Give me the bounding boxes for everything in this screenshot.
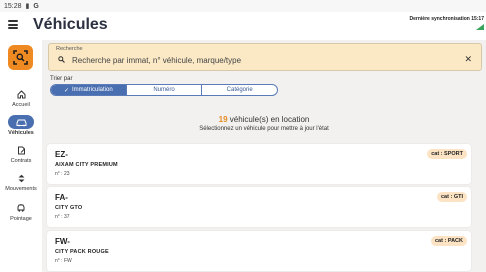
sidebar-item-contrats[interactable]: Contrats — [0, 143, 42, 164]
vehicle-model: AIXAM CITY PREMIUM — [55, 162, 118, 168]
sort-option-numero[interactable]: Numéro — [125, 85, 202, 95]
search-input[interactable] — [72, 54, 462, 66]
car-icon — [8, 115, 34, 129]
sidebar-item-accueil[interactable]: Accueil — [0, 87, 42, 108]
page-title: Véhicules — [33, 16, 108, 33]
sidebar-item-label: Mouvements — [5, 186, 37, 192]
search-label: Recherche — [56, 46, 83, 52]
selection-hint: Sélectionnez un véhicule pour mettre à j… — [199, 126, 329, 132]
sidebar-item-pointage[interactable]: Pointage — [0, 201, 42, 222]
vehicle-plate: EZ- — [55, 150, 68, 159]
sort-label: Trier par — [50, 76, 73, 82]
search-icon — [58, 56, 65, 63]
sort-option-immatriculation[interactable]: ✓ Immatriculation — [51, 85, 126, 95]
signal-icon — [476, 24, 484, 30]
close-icon[interactable]: ✕ — [464, 55, 472, 64]
vehicle-number: n° : 37 — [55, 214, 70, 220]
check-icon: ✓ — [63, 87, 69, 94]
sort-option-categorie[interactable]: Catégorie — [201, 85, 277, 95]
app-header: Véhicules Dernière synchronisation 15:17 — [0, 12, 486, 40]
sidebar-item-mouvements[interactable]: Mouvements — [0, 171, 42, 192]
sync-label: Dernière synchronisation 15:17 — [409, 16, 484, 22]
pointage-icon — [8, 201, 34, 215]
vehicle-model: CITY PACK ROUGE — [55, 249, 109, 255]
sidebar-item-label: Accueil — [12, 102, 30, 108]
vehicle-count: 19 véhicule(s) en location — [42, 115, 486, 124]
search-field: Recherche ✕ — [48, 43, 482, 71]
sidebar-item-vehicules[interactable]: Véhicules — [0, 115, 42, 136]
category-badge: cat : PACK — [430, 236, 467, 246]
battery-icon: ▮ — [25, 3, 30, 10]
vehicle-card[interactable]: FW- CITY PACK ROUGE n° : FW cat : PACK — [47, 231, 471, 271]
main-content: Recherche ✕ Trier par ✓ Immatriculation … — [42, 40, 486, 272]
sort-option-label: Immatriculation — [72, 87, 113, 93]
vehicle-count-number: 19 — [218, 115, 228, 124]
scan-button[interactable] — [8, 45, 33, 70]
movements-icon — [8, 171, 34, 185]
sync-status: Dernière synchronisation 15:17 — [410, 16, 484, 32]
category-badge: cat : SPORT — [427, 149, 467, 159]
vehicle-count-label: véhicule(s) en location — [227, 115, 310, 124]
sort-option-label: Catégorie — [226, 87, 253, 93]
vehicle-plate: FW- — [55, 237, 70, 246]
vehicle-card[interactable]: EZ- AIXAM CITY PREMIUM n° : 23 cat : SPO… — [47, 144, 471, 184]
scan-icon — [13, 50, 28, 65]
status-time: 15:28 — [4, 2, 22, 10]
category-badge: cat : GTI — [436, 192, 467, 202]
hamburger-icon[interactable] — [8, 20, 18, 29]
vehicle-model: CITY GTO — [55, 205, 83, 211]
sidebar-item-label: Véhicules — [8, 130, 34, 136]
sidebar-item-label: Contrats — [10, 158, 32, 164]
sort-segmented-control: ✓ Immatriculation Numéro Catégorie — [50, 84, 278, 96]
vehicle-plate: FA- — [55, 193, 68, 202]
vehicle-number: n° : FW — [55, 258, 72, 264]
home-icon — [8, 87, 34, 101]
sidebar-item-label: Pointage — [10, 216, 32, 222]
status-bar: 15:28 ▮ G — [0, 0, 486, 12]
contract-icon — [8, 143, 34, 157]
sidebar: Accueil Véhicules Contrats Mouvements Po… — [0, 40, 42, 272]
google-icon: G — [33, 2, 39, 10]
vehicle-number: n° : 23 — [55, 171, 70, 177]
vehicle-card[interactable]: FA- CITY GTO n° : 37 cat : GTI — [47, 187, 471, 227]
sort-option-label: Numéro — [153, 87, 175, 93]
